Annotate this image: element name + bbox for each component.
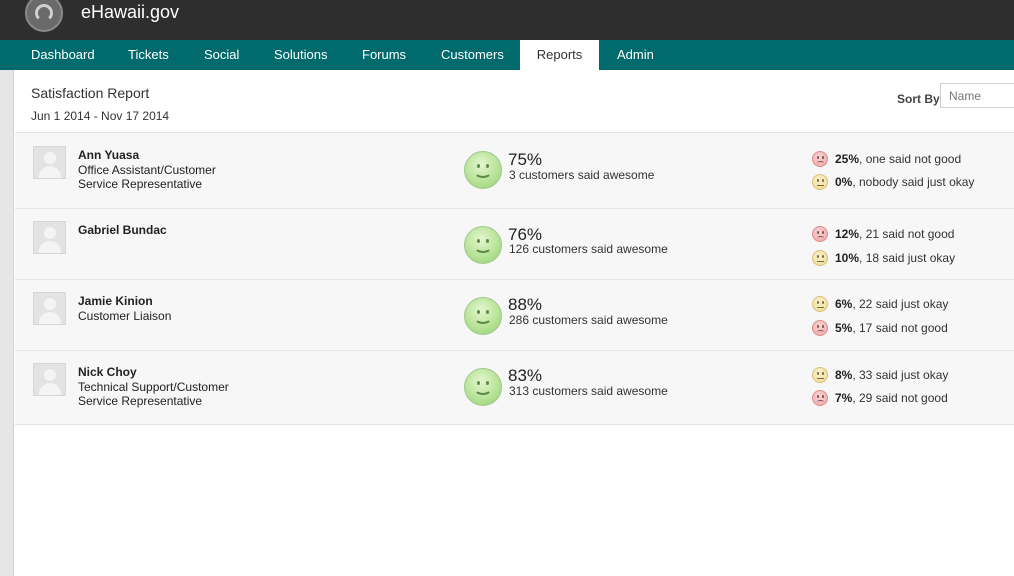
nav-social[interactable]: Social <box>186 40 257 70</box>
awesome-percent: 75% <box>508 150 543 169</box>
not-good-percent: 12% <box>835 227 860 241</box>
agent-row[interactable]: Ann Yuasa Office Assistant/Customer Serv… <box>15 132 1014 208</box>
agent-info: Gabriel Bundac <box>78 223 167 238</box>
left-rail <box>0 70 14 576</box>
brand-title[interactable]: eHawaii.gov <box>81 2 179 23</box>
just-okay-text: , 18 said just okay <box>859 251 956 265</box>
awesome-percent: 88% <box>508 295 543 314</box>
neutral-face-icon <box>812 174 828 190</box>
smiley-face-icon <box>464 368 502 406</box>
awesome-count: 286 customers said awesome <box>509 313 668 327</box>
neutral-face-icon <box>812 367 828 383</box>
agent-name: Jamie Kinion <box>78 294 153 308</box>
just-okay-percent: 0% <box>835 175 853 189</box>
main-nav: Dashboard Tickets Social Solutions Forum… <box>0 40 1014 70</box>
awesome-count: 126 customers said awesome <box>509 242 668 256</box>
sort-by-label: Sort By <box>897 92 940 106</box>
just-okay-stat: 8%, 33 said just okay <box>835 368 948 382</box>
agent-row[interactable]: Nick Choy Technical Support/Customer Ser… <box>15 350 1014 425</box>
nav-admin[interactable]: Admin <box>599 40 672 70</box>
just-okay-stat: 10%, 18 said just okay <box>835 251 955 265</box>
user-avatar-icon <box>33 292 66 325</box>
agent-role: Technical Support/Customer <box>78 379 229 394</box>
just-okay-percent: 6% <box>835 297 853 311</box>
not-good-percent: 25% <box>835 152 860 166</box>
agent-role: Service Representative <box>78 394 203 408</box>
agent-name: Nick Choy <box>78 365 137 379</box>
just-okay-text: , 22 said just okay <box>852 297 949 311</box>
agent-info: Jamie Kinion Customer Liaison <box>78 294 171 323</box>
just-okay-stat: 0%, nobody said just okay <box>835 175 974 189</box>
sad-face-icon <box>812 390 828 406</box>
user-avatar-icon <box>33 146 66 179</box>
just-okay-text: , 33 said just okay <box>852 368 949 382</box>
nav-reports[interactable]: Reports <box>520 40 599 70</box>
smiley-face-icon <box>464 226 502 264</box>
ehawaii-logo-icon[interactable] <box>25 0 63 32</box>
nav-tickets[interactable]: Tickets <box>110 40 187 70</box>
top-bar: eHawaii.gov <box>0 0 1014 40</box>
just-okay-stat: 6%, 22 said just okay <box>835 297 948 311</box>
agent-name: Gabriel Bundac <box>78 223 167 237</box>
awesome-percent: 83% <box>508 366 543 385</box>
agent-role: Customer Liaison <box>78 308 172 323</box>
not-good-text: , 29 said not good <box>852 391 948 405</box>
sad-face-icon <box>812 226 828 242</box>
agent-role: Office Assistant/Customer <box>78 162 216 177</box>
smiley-face-icon <box>464 297 502 335</box>
not-good-stat: 25%, one said not good <box>835 152 961 166</box>
sad-face-icon <box>812 151 828 167</box>
neutral-face-icon <box>812 250 828 266</box>
nav-forums[interactable]: Forums <box>344 40 424 70</box>
nav-dashboard[interactable]: Dashboard <box>13 40 113 70</box>
agent-row[interactable]: Gabriel Bundac 76% 126 customers said aw… <box>15 208 1014 279</box>
not-good-text: , one said not good <box>859 152 962 166</box>
sort-by-input[interactable] <box>940 83 1014 108</box>
nav-customers[interactable]: Customers <box>423 40 522 70</box>
smiley-face-icon <box>464 151 502 189</box>
just-okay-text: , nobody said just okay <box>852 175 975 189</box>
not-good-stat: 5%, 17 said not good <box>835 321 948 335</box>
user-avatar-icon <box>33 363 66 396</box>
awesome-count: 313 customers said awesome <box>509 384 668 398</box>
nav-solutions[interactable]: Solutions <box>256 40 345 70</box>
user-avatar-icon <box>33 221 66 254</box>
agent-name: Ann Yuasa <box>78 148 140 162</box>
not-good-text: , 17 said not good <box>852 321 948 335</box>
sad-face-icon <box>812 320 828 336</box>
agent-role: Service Representative <box>78 177 203 191</box>
report-date-range: Jun 1 2014 - Nov 17 2014 <box>31 109 170 123</box>
just-okay-percent: 10% <box>835 251 860 265</box>
agent-info: Nick Choy Technical Support/Customer Ser… <box>78 365 229 409</box>
neutral-face-icon <box>812 296 828 312</box>
not-good-text: , 21 said not good <box>859 227 955 241</box>
not-good-stat: 7%, 29 said not good <box>835 391 948 405</box>
not-good-percent: 7% <box>835 391 853 405</box>
report-title: Satisfaction Report <box>31 85 150 101</box>
agent-info: Ann Yuasa Office Assistant/Customer Serv… <box>78 148 216 192</box>
satisfaction-list: Ann Yuasa Office Assistant/Customer Serv… <box>15 132 1014 425</box>
awesome-count: 3 customers said awesome <box>509 168 655 182</box>
not-good-stat: 12%, 21 said not good <box>835 227 954 241</box>
not-good-percent: 5% <box>835 321 853 335</box>
just-okay-percent: 8% <box>835 368 853 382</box>
agent-row[interactable]: Jamie Kinion Customer Liaison 88% 286 cu… <box>15 279 1014 350</box>
